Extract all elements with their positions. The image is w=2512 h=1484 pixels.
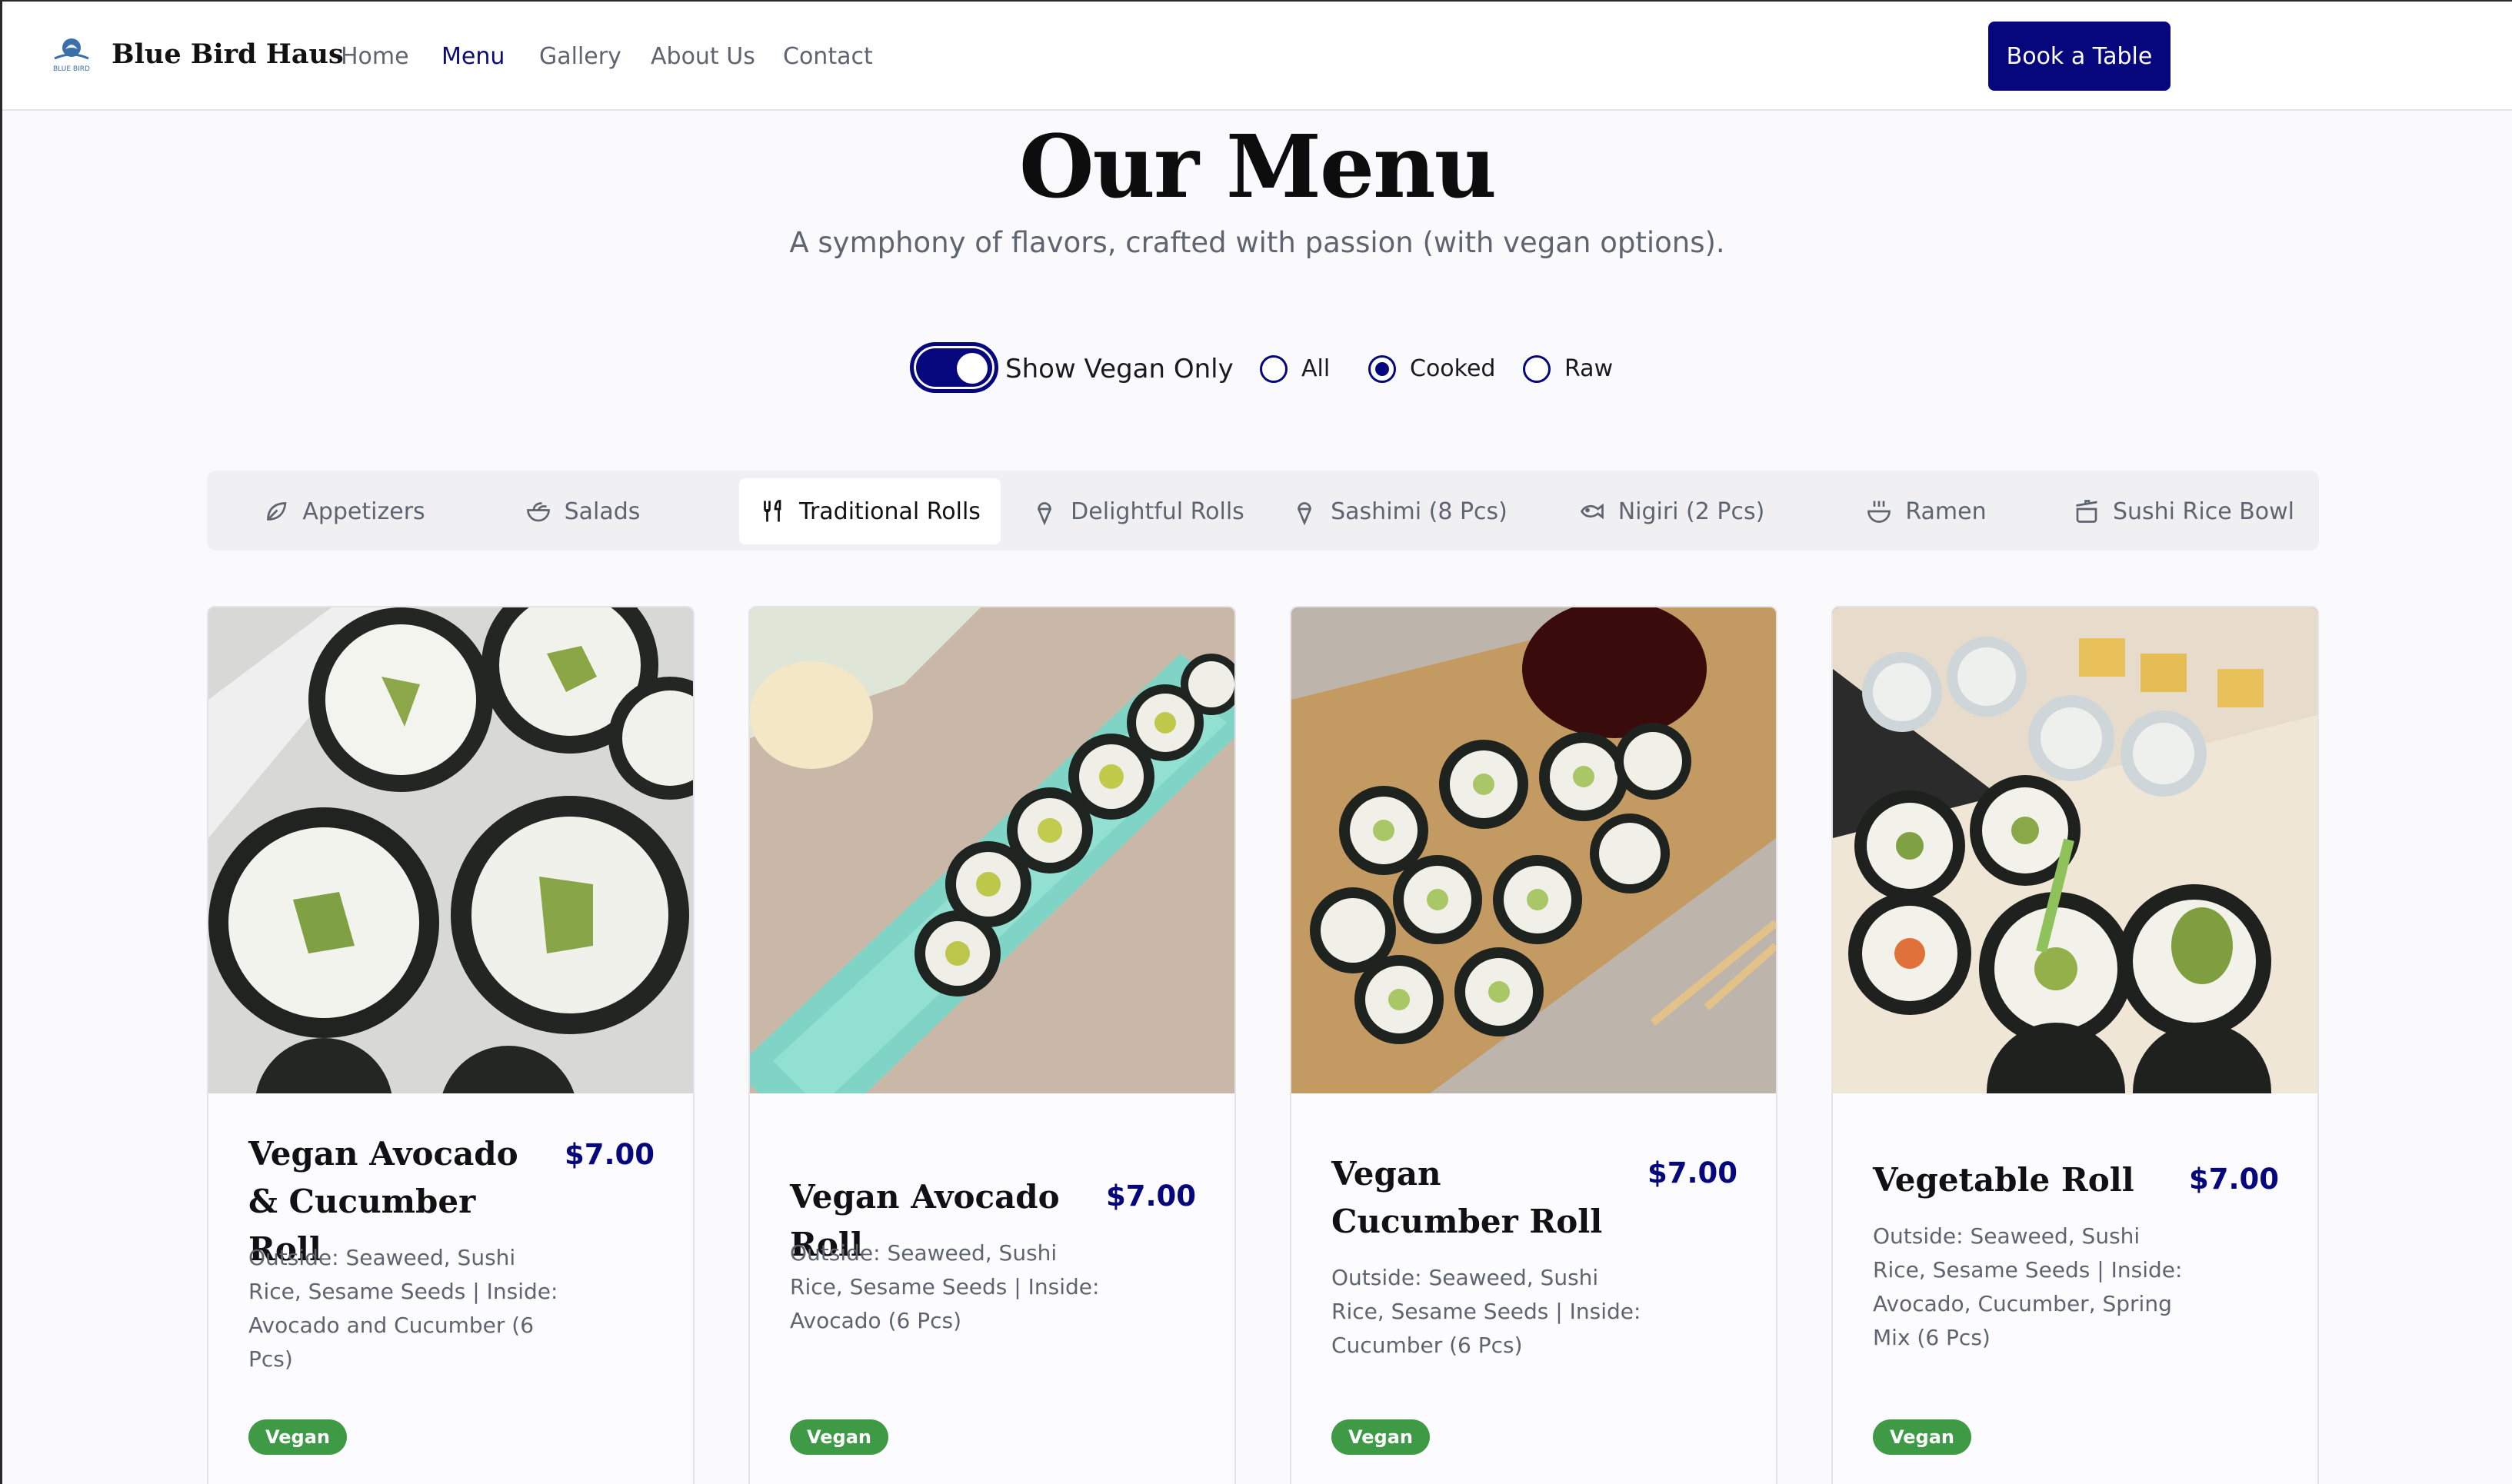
page-title: Our Menu <box>1018 117 1497 218</box>
card-title: Vegan Cucumber Roll <box>1331 1155 1603 1240</box>
card-description: Outside: Seaweed, Sushi Rice, Sesame See… <box>1331 1265 1641 1358</box>
category-tabs: Appetizers Salads Traditional Rolls Deli… <box>207 471 2319 551</box>
ice-cream-cone-icon <box>1298 502 1311 525</box>
nav-link-menu[interactable]: Menu <box>441 43 505 70</box>
book-a-table-button[interactable]: Book a Table <box>1988 22 2171 91</box>
vegan-badge: Vegan <box>1331 1419 1430 1455</box>
svg-text:BLUE BIRD: BLUE BIRD <box>53 65 90 73</box>
tab-nigiri[interactable]: Nigiri (2 Pcs) <box>1556 478 1787 544</box>
tab-sushi-rice-bowl[interactable]: Sushi Rice Bowl <box>2068 478 2299 544</box>
tab-appetizers[interactable]: Appetizers <box>244 478 444 544</box>
nav-link-contact[interactable]: Contact <box>783 43 873 70</box>
soup-bowl-icon <box>1867 501 1891 523</box>
card-price: $7.00 <box>1105 1180 1196 1213</box>
tab-traditional-rolls[interactable]: Traditional Rolls <box>739 478 1001 544</box>
card-description: Outside: Seaweed, Sushi Rice, Sesame See… <box>790 1240 1100 1333</box>
card-description: Outside: Seaweed, Sushi Rice, Sesame See… <box>1873 1223 2183 1350</box>
salad-bowl-icon <box>526 502 550 522</box>
nav-link-about-us[interactable]: About Us <box>651 43 755 70</box>
radio-raw[interactable] <box>1523 355 1551 383</box>
vegan-badge: Vegan <box>1873 1419 1971 1455</box>
bird-logo-icon[interactable]: BLUE BIRD <box>48 35 95 74</box>
vegan-badge: Vegan <box>790 1419 888 1455</box>
leaf-icon <box>267 502 287 521</box>
card-title: Vegetable Roll <box>1873 1161 2134 1199</box>
brand-name[interactable]: Blue Bird Haus <box>112 38 344 70</box>
sushi-roll-photo <box>1291 607 1776 1093</box>
menu-card[interactable]: Vegan Avocado & Cucumber Roll $7.00 Outs… <box>207 606 695 1484</box>
radio-cooked-label[interactable]: Cooked <box>1410 355 1495 382</box>
radio-all-label[interactable]: All <box>1301 355 1330 382</box>
vegan-only-toggle[interactable] <box>910 342 998 393</box>
tab-label: Sashimi (8 Pcs) <box>1331 497 1508 525</box>
radio-cooked[interactable] <box>1368 355 1396 383</box>
card-description: Outside: Seaweed, Sushi Rice, Sesame See… <box>248 1245 558 1372</box>
tab-sashimi[interactable]: Sashimi (8 Pcs) <box>1284 478 1514 544</box>
nav-link-home[interactable]: Home <box>341 43 409 70</box>
toggle-knob <box>957 353 988 384</box>
menu-card[interactable]: Vegetable Roll $7.00 Outside: Seaweed, S… <box>1831 606 2319 1484</box>
tab-label: Sushi Rice Bowl <box>2112 497 2295 525</box>
fish-icon <box>1580 503 1604 520</box>
radio-all[interactable] <box>1260 355 1288 383</box>
nav-link-gallery[interactable]: Gallery <box>539 43 621 70</box>
page-subtitle: A symphony of flavors, crafted with pass… <box>789 226 1725 259</box>
ice-cream-cone-icon <box>1038 502 1052 525</box>
vegan-only-label[interactable]: Show Vegan Only <box>1005 354 1234 384</box>
sushi-roll-photo <box>208 607 693 1093</box>
sushi-roll-photo <box>750 607 1234 1093</box>
tab-label: Ramen <box>1905 497 1987 525</box>
tab-label: Traditional Rolls <box>799 497 981 525</box>
menu-card[interactable]: Vegan Cucumber Roll $7.00 Outside: Seawe… <box>1290 606 1777 1484</box>
card-price: $7.00 <box>2188 1163 2279 1196</box>
utensils-icon <box>764 500 781 522</box>
navbar: BLUE BIRD Blue Bird Haus Home Menu Galle… <box>2 2 2512 111</box>
card-price: $7.00 <box>564 1138 655 1171</box>
tab-delightful-rolls[interactable]: Delightful Rolls <box>1022 478 1253 544</box>
vegan-badge: Vegan <box>248 1419 347 1455</box>
tab-label: Nigiri (2 Pcs) <box>1617 497 1765 525</box>
sushi-roll-photo <box>1833 607 2317 1093</box>
radio-raw-label[interactable]: Raw <box>1564 355 1613 382</box>
cooking-pot-icon <box>2076 500 2097 523</box>
tab-salads[interactable]: Salads <box>490 478 675 544</box>
tab-label: Salads <box>564 497 641 525</box>
tab-ramen[interactable]: Ramen <box>1837 478 2014 544</box>
card-price: $7.00 <box>1647 1156 1737 1190</box>
tab-label: Appetizers <box>302 497 425 525</box>
menu-card[interactable]: Vegan Avocado Roll $7.00 Outside: Seawee… <box>748 606 1236 1484</box>
tab-label: Delightful Rolls <box>1071 497 1244 525</box>
